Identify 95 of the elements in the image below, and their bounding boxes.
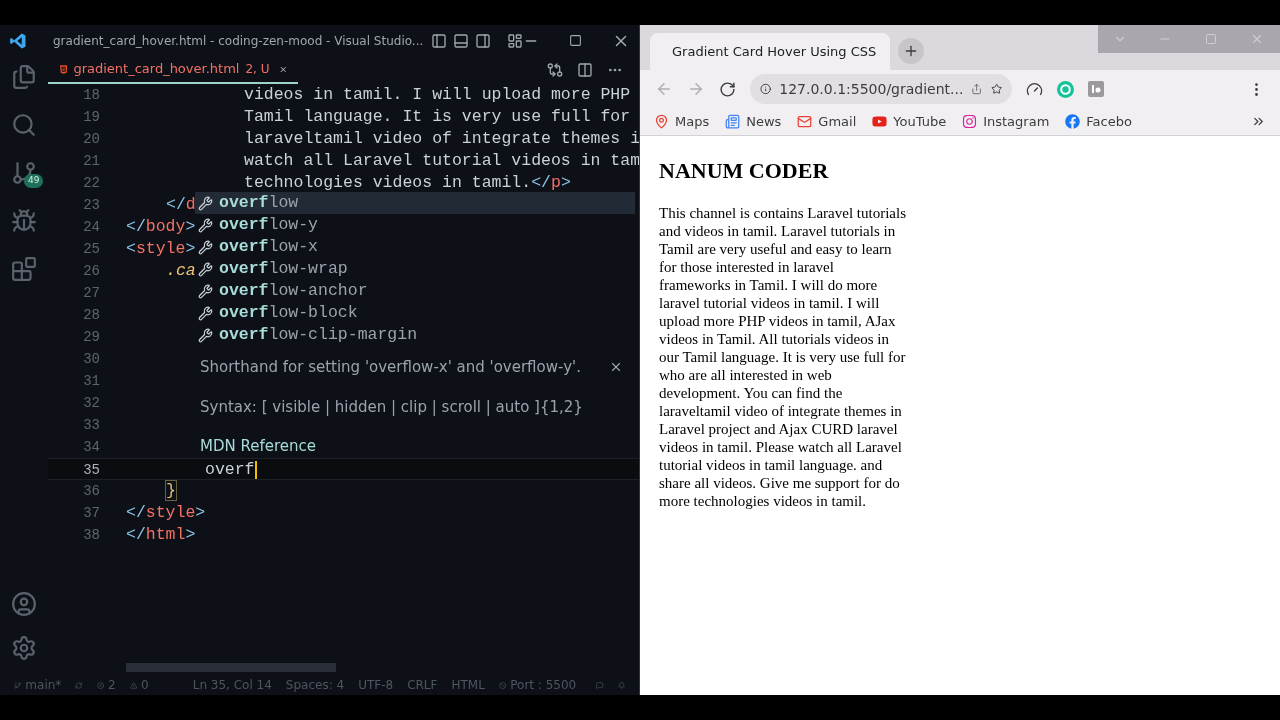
close-icon: [1250, 32, 1264, 46]
wrench-icon: [198, 217, 213, 233]
maximize-icon: [1205, 33, 1217, 45]
source-control-icon[interactable]: [11, 160, 37, 186]
line-number: 27: [82, 284, 100, 303]
wrench-icon: [198, 239, 213, 255]
wrench-icon: [198, 261, 213, 277]
line-number: 19: [82, 108, 100, 127]
code-line: }: [166, 480, 176, 502]
html-file-icon: [60, 62, 68, 76]
new-tab-button[interactable]: [898, 38, 924, 64]
code-line: </style>: [126, 502, 206, 524]
maps-pin-icon: [654, 114, 669, 129]
line-number: 31: [82, 372, 100, 391]
bookmark[interactable]: YouTube: [872, 111, 947, 132]
line-number: 33: [82, 416, 100, 435]
close-icon[interactable]: [609, 360, 623, 374]
instagram-icon: [962, 114, 978, 129]
line-number: 35: [82, 461, 100, 479]
line-number: 38: [82, 526, 100, 545]
search-icon[interactable]: [11, 112, 37, 138]
line-number: 36: [82, 482, 100, 501]
line-number: 22: [82, 174, 100, 193]
page-heading: NANUM CODER: [659, 158, 830, 184]
code-line: technologies videos in tamil.</p>: [244, 172, 571, 194]
wrench-icon: [198, 195, 213, 211]
line-number: 18: [82, 86, 100, 105]
panel-right-icon[interactable]: [475, 32, 492, 49]
gauge-icon[interactable]: [1026, 80, 1043, 98]
tab-status: 2, U: [245, 61, 270, 78]
mdn-reference-link[interactable]: MDN Reference: [200, 437, 316, 455]
code-line: videos in tamil. I will upload more PHP: [244, 84, 631, 106]
code-line: laraveltamil video of integrate themes i: [244, 128, 639, 150]
mail-icon: [797, 114, 813, 129]
maximize-icon[interactable]: [569, 34, 583, 47]
window-title: gradient_card_hover.html - coding-zen-mood - Visual Studio...: [53, 32, 424, 50]
code-line: </body>: [126, 216, 196, 238]
split-editor-icon[interactable]: [577, 62, 593, 78]
line-number: 26: [82, 262, 100, 281]
bookmark[interactable]: Gmail: [797, 111, 857, 132]
line-number: 32: [82, 394, 100, 413]
tab-title: Gradient Card Hover Using CSS: [672, 42, 877, 61]
address-bar[interactable]: 127.0.0.1:5500/gradient...: [750, 74, 1012, 104]
code-line: .ca: [166, 260, 196, 282]
settings-icon[interactable]: [11, 635, 37, 661]
hover-syntax: Syntax: [ visible | hidden | clip | scroll | auto ]{1,2}: [200, 397, 583, 416]
bookmark[interactable]: Instagram: [962, 111, 1050, 132]
code-line: <style>: [126, 238, 196, 260]
layout-icon[interactable]: [507, 32, 524, 49]
line-number: 23: [82, 196, 100, 215]
vscode-logo-icon: [9, 31, 27, 50]
line-number: 28: [82, 306, 100, 325]
line-number: 20: [82, 130, 100, 149]
share-icon[interactable]: [971, 81, 983, 97]
code-line: </html>: [126, 524, 196, 546]
wrench-icon: [198, 327, 213, 343]
code-line: </d: [166, 194, 196, 216]
news-icon: [725, 114, 741, 129]
horizontal-scrollbar[interactable]: [126, 663, 336, 672]
extension-icon[interactable]: [1088, 81, 1104, 97]
notification-badge: 49: [24, 174, 44, 188]
line-number: 29: [82, 328, 100, 347]
bookmark[interactable]: Maps: [654, 111, 710, 132]
panel-bottom-icon[interactable]: [453, 32, 470, 49]
facebook-icon: [1065, 114, 1081, 129]
wrench-icon: [198, 305, 213, 321]
plus-icon: [903, 43, 919, 59]
line-number: 25: [82, 240, 100, 259]
line-number: 37: [82, 504, 100, 523]
star-icon[interactable]: [990, 81, 1002, 97]
page-paragraph: This channel is contains Laravel tutorials and videos in tamil. Laravel tutorials in Tamil are very useful and easy to learn for those interested in laravel frameworks in Tamil. I will do more laravel tutorial videos in tamil. I will upload more PHP videos in tamil, AJax videos in Tamil. All tutorials videos in our Tamil language. It is very use full for who are all interested in web development. You can find the laraveltamil video of integrate themes in Laravel project and Ajax CURD laravel videos in tamil. Please watch all Laravel tutorial videos in tamil language. and share all videos. Give me support for do more technologies videos in tamil.: [659, 204, 907, 510]
line-number: 30: [82, 350, 100, 369]
browser-tab[interactable]: Gradient Card Hover Using CSS: [650, 33, 890, 70]
hover-description: Shorthand for setting 'overflow-x' and 'overflow-y'.: [200, 357, 581, 378]
line-number: 24: [82, 218, 100, 237]
code-line: overf: [205, 459, 257, 479]
bookmark[interactable]: News: [725, 111, 782, 132]
suggestion-item[interactable]: overflow: [195, 192, 635, 214]
line-number: 34: [82, 438, 100, 457]
compare-icon[interactable]: [547, 62, 563, 78]
extensions-icon[interactable]: [11, 256, 37, 282]
run-debug-icon[interactable]: [11, 208, 37, 234]
code-line: watch all Laravel tutorial videos in tam: [244, 150, 639, 172]
bookmark[interactable]: Facebo: [1065, 111, 1132, 132]
info-icon: [760, 81, 772, 97]
wrench-icon: [198, 283, 213, 299]
reload-icon[interactable]: [719, 80, 736, 98]
youtube-icon: [872, 114, 888, 129]
files-icon[interactable]: [11, 64, 37, 90]
line-number: 21: [82, 152, 100, 171]
url-text: 127.0.0.1:5500/gradient...: [779, 79, 964, 99]
code-line: Tamil language. It is very use full for: [244, 106, 631, 128]
tab-label: gradient_card_hover.html: [73, 60, 240, 79]
panel-left-icon[interactable]: [431, 32, 448, 49]
account-icon[interactable]: [11, 591, 37, 617]
